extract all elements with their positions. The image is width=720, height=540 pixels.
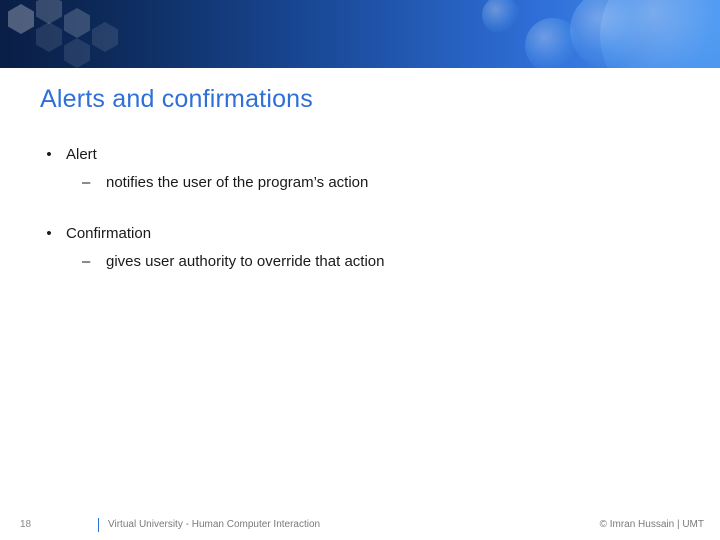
dash-icon: – [82,252,92,272]
bubble-icon [600,0,720,68]
footer-center: Virtual University - Human Computer Inte… [108,519,320,530]
dash-icon: – [82,173,92,193]
footer: 18 Virtual University - Human Computer I… [0,510,720,530]
bubble-icon [570,0,650,68]
list-item-label: Alert [66,145,97,165]
hexagon-icon [8,4,34,34]
list-subitem: – notifies the user of the program’s act… [82,173,680,193]
hexagon-icon [92,22,118,52]
bullet-icon: • [46,145,52,165]
page-title: Alerts and confirmations [40,85,313,114]
hexagon-icon [64,38,90,68]
content: • Alert – notifies the user of the progr… [40,145,680,280]
hexagon-icon [36,0,62,24]
list-item: • Alert [46,145,680,165]
bubble-icon [482,0,520,34]
footer-right: © Imran Hussain | UMT [600,519,704,530]
divider [98,518,99,532]
list-subitem-label: notifies the user of the program’s actio… [106,173,368,193]
list-subitem-label: gives user authority to override that ac… [106,252,384,272]
list-subitem: – gives user authority to override that … [82,252,680,272]
list-item-label: Confirmation [66,224,151,244]
bullet-icon: • [46,224,52,244]
banner [0,0,720,68]
page-number: 18 [20,519,31,530]
hexagon-icon [64,8,90,38]
hexagon-icon [36,22,62,52]
list-item: • Confirmation [46,224,680,244]
bubble-icon [525,18,580,68]
slide: Alerts and confirmations • Alert – notif… [0,0,720,540]
